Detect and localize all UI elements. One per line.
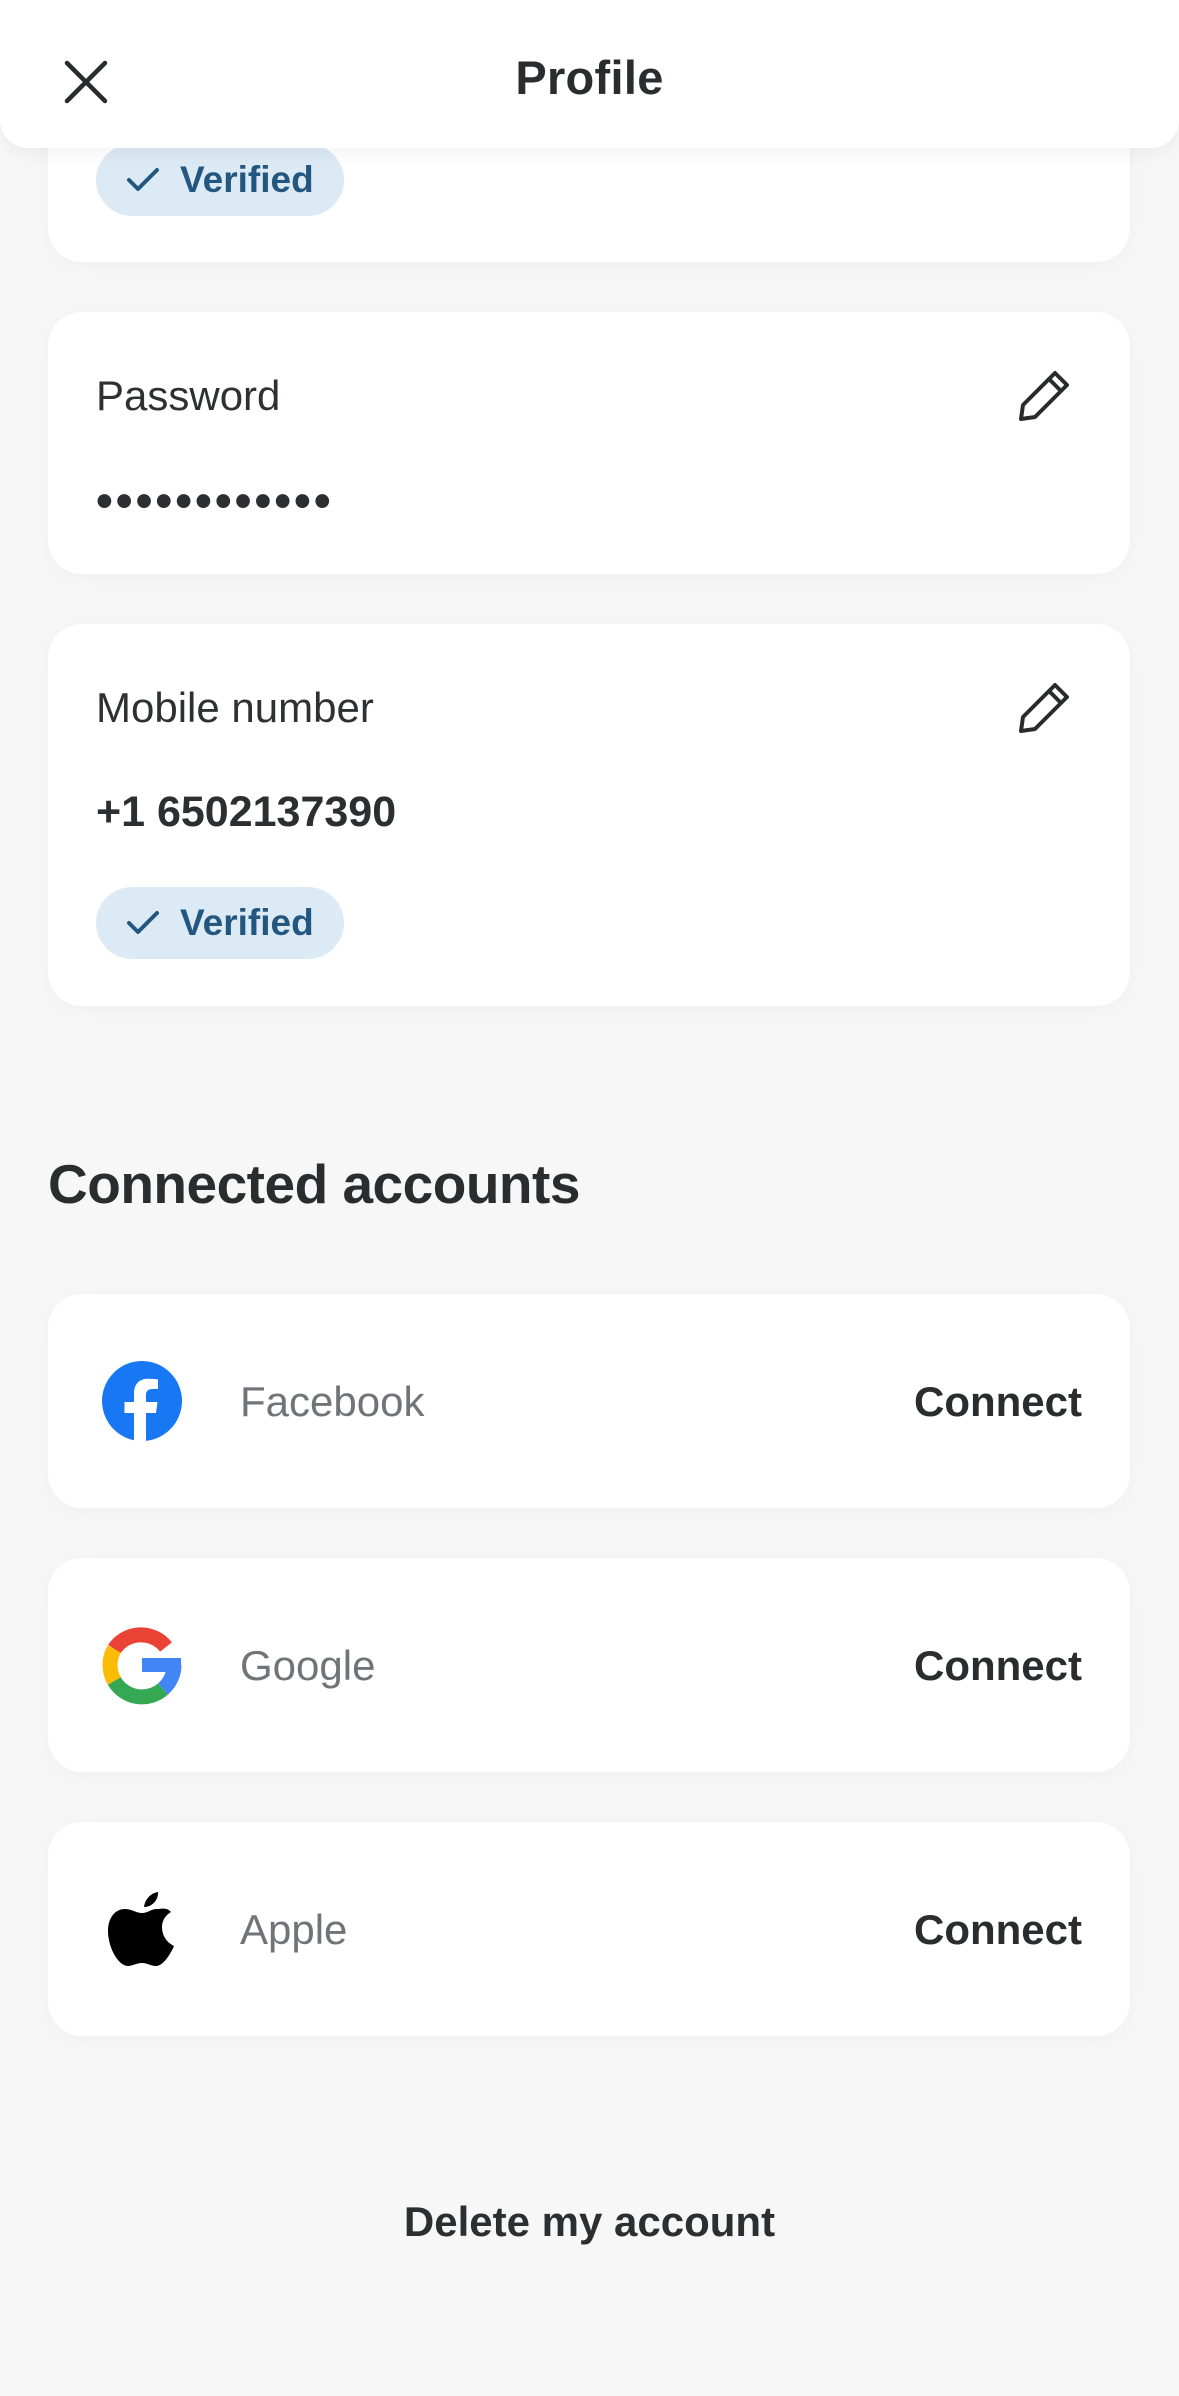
edit-password-button[interactable] <box>1012 362 1078 428</box>
google-icon <box>100 1623 184 1707</box>
connected-accounts-heading: Connected accounts <box>48 1153 580 1215</box>
apple-icon <box>100 1887 184 1971</box>
google-account-row[interactable]: Google Connect <box>48 1558 1130 1772</box>
mobile-number-card: Mobile number +1 6502137390 Verified <box>48 624 1130 1006</box>
pencil-icon <box>1019 371 1069 421</box>
top-bar: Profile <box>0 0 1179 148</box>
google-connect-button[interactable]: Connect <box>914 1642 1082 1690</box>
page-title: Profile <box>515 51 664 104</box>
apple-connect-button[interactable]: Connect <box>914 1906 1082 1954</box>
email-verified-badge: Verified <box>96 144 344 216</box>
password-label: Password <box>96 372 281 419</box>
facebook-icon <box>100 1359 184 1443</box>
delete-account-button[interactable]: Delete my account <box>0 2198 1179 2246</box>
checkmark-icon <box>127 911 159 934</box>
checkmark-icon <box>127 168 159 191</box>
badge-label: Verified <box>180 159 314 200</box>
apple-account-row[interactable]: Apple Connect <box>48 1822 1130 2036</box>
mobile-number-value: +1 6502137390 <box>96 788 397 836</box>
password-card: Password •••••••••••• <box>48 312 1130 574</box>
mobile-verified-badge: Verified <box>96 887 344 959</box>
facebook-connect-button[interactable]: Connect <box>914 1378 1082 1426</box>
badge-label: Verified <box>180 902 314 943</box>
account-name: Facebook <box>240 1378 425 1425</box>
pencil-icon <box>1019 683 1069 733</box>
edit-mobile-number-button[interactable] <box>1012 674 1078 740</box>
password-value: •••••••••••• <box>96 475 334 528</box>
account-name: Google <box>240 1642 376 1689</box>
facebook-account-row[interactable]: Facebook Connect <box>48 1294 1130 1508</box>
account-name: Apple <box>240 1906 348 1953</box>
mobile-number-label: Mobile number <box>96 684 374 731</box>
